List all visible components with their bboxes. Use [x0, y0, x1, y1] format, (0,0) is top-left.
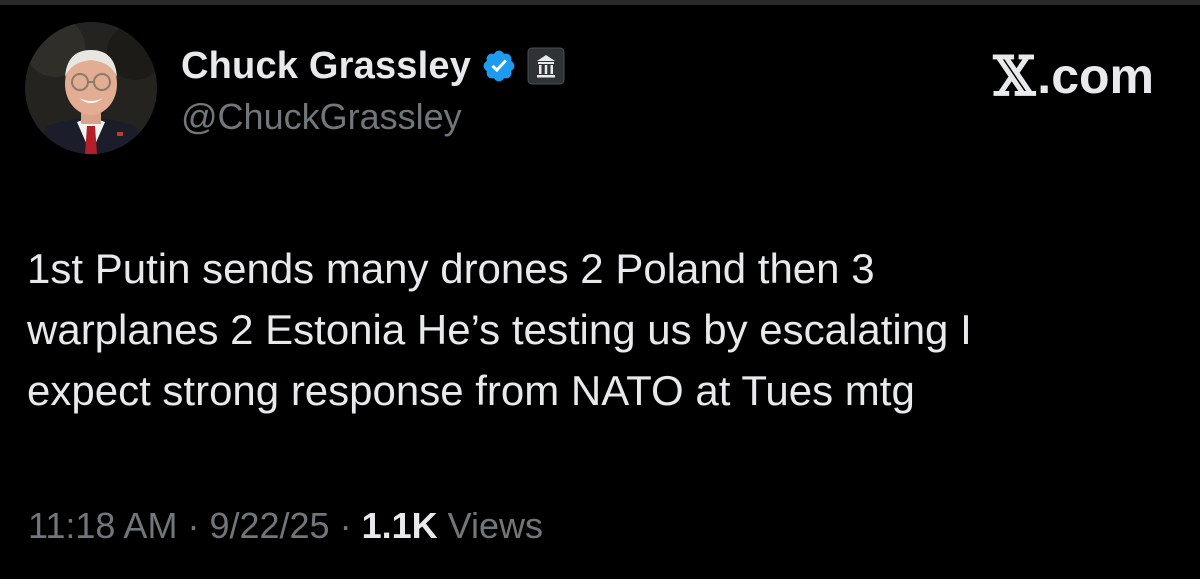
watermark-domain: .com [1037, 48, 1154, 104]
avatar-portrait [25, 22, 157, 154]
user-handle[interactable]: @ChuckGrassley [181, 96, 462, 138]
verified-badge-icon[interactable] [481, 48, 517, 84]
meta-separator: · [339, 505, 352, 546]
tweet-meta: 11:18 AM · 9/22/25 · 1.1K Views [28, 505, 543, 547]
name-row: Chuck Grassley [181, 40, 565, 92]
government-building-icon[interactable] [527, 47, 565, 85]
display-name[interactable]: Chuck Grassley [181, 45, 471, 88]
x-com-watermark: 𝕏 .com [993, 44, 1154, 108]
views-label: Views [447, 505, 543, 546]
tweet-date[interactable]: 9/22/25 [209, 505, 329, 547]
x-logo-icon: 𝕏 [993, 44, 1036, 108]
tweet-text: 1st Putin sends many drones 2 Poland the… [27, 245, 972, 414]
views-count[interactable]: 1.1K [362, 505, 438, 547]
tweet-time[interactable]: 11:18 AM [28, 505, 177, 547]
avatar[interactable] [25, 22, 157, 154]
meta-separator: · [187, 505, 200, 546]
top-border [0, 0, 1200, 5]
